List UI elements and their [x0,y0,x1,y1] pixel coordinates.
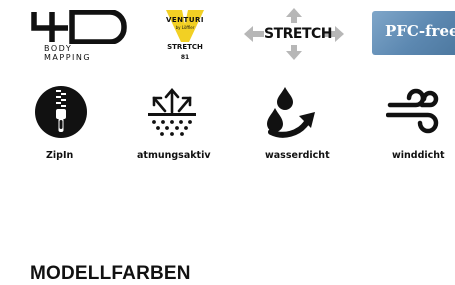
stretch-word: STRETCH [264,23,333,45]
pfc-free-badge: PFC-free [372,11,455,55]
waterproof-icon [267,87,315,138]
feature-label-atmungsaktiv: atmungsaktiv [137,150,211,161]
feature-label-wasserdicht: wasserdicht [265,150,330,161]
stretch-logo: STRETCH [244,8,344,60]
features-strip: BODY MAPPING VENTURI by Löffler STRETCH … [0,0,455,180]
zipper-icon [35,86,87,138]
feature-label-zipin: ZipIn [46,150,74,161]
venturi-word: VENTURI [165,16,204,24]
feature-label-winddicht: winddicht [392,150,445,161]
venturi-logo: VENTURI by Löffler STRETCH 81 [160,6,210,68]
venturi-code: 81 [180,54,190,61]
venturi-by-label: by Löffler [175,25,195,30]
four-d-mark [31,9,127,45]
body-mapping-logo: BODY MAPPING [28,9,132,66]
mapping-label: MAPPING [44,53,92,62]
windproof-icon [386,88,439,134]
venturi-stretch-label: STRETCH [167,43,203,51]
body-label: BODY [44,44,73,53]
pfc-free-label: PFC-free [385,22,455,40]
model-colors-heading: MODELLFARBEN [30,263,191,284]
breathable-icon [148,88,196,136]
